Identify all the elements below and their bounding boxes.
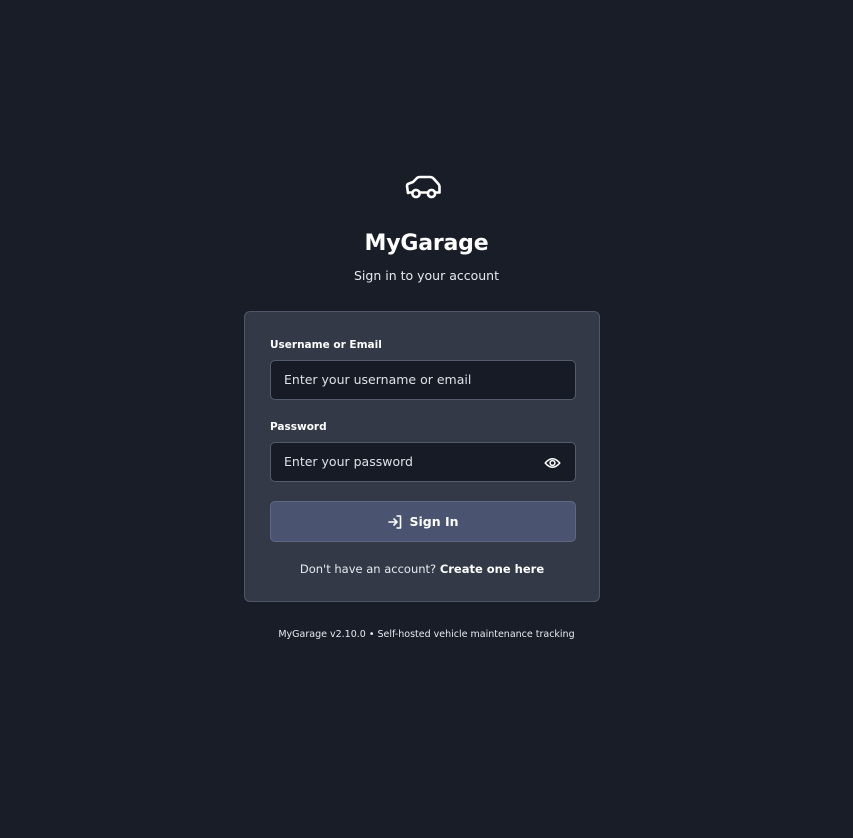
username-placeholder: Enter your username or email (284, 372, 472, 387)
app-subtitle: Sign in to your account (353, 268, 499, 283)
password-input[interactable]: Enter your password (270, 442, 576, 482)
create-account-link[interactable]: Create one here (440, 562, 544, 576)
sign-in-label: Sign In (409, 514, 459, 529)
car-icon (404, 174, 442, 202)
username-input[interactable]: Enter your username or email (270, 360, 576, 400)
register-prompt: Don't have an account? Create one here (245, 562, 599, 576)
app-title: MyGarage (364, 231, 489, 256)
login-page: MyGarage Sign in to your account Usernam… (0, 0, 853, 838)
login-card: Username or Email Enter your username or… (244, 311, 600, 602)
footer-text: MyGarage v2.10.0 • Self-hosted vehicle m… (278, 629, 575, 640)
sign-in-button[interactable]: Sign In (270, 501, 576, 542)
password-placeholder: Enter your password (284, 454, 413, 469)
log-in-icon (387, 514, 403, 530)
eye-icon[interactable] (544, 455, 561, 469)
password-label: Password (270, 421, 327, 433)
username-label: Username or Email (270, 339, 382, 351)
register-prompt-text: Don't have an account? (299, 562, 437, 576)
